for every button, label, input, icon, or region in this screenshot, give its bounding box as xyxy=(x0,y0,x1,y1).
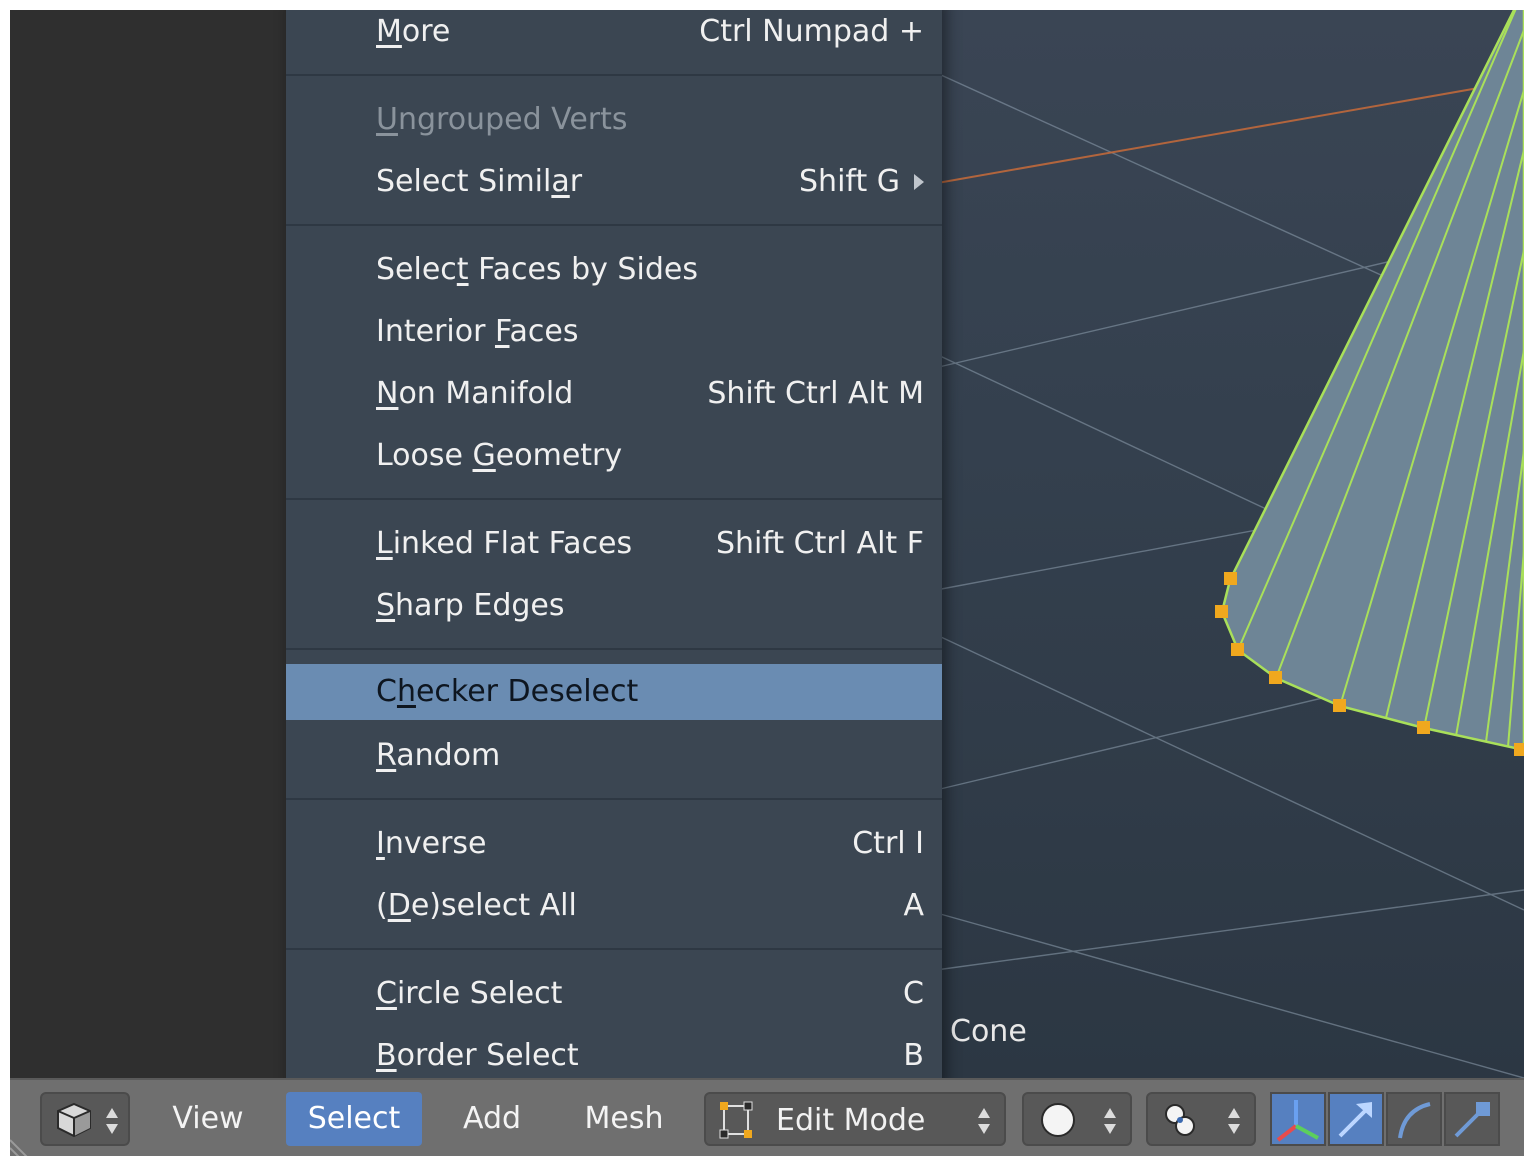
cone-mesh xyxy=(1220,10,1524,752)
menu-separator xyxy=(286,74,942,76)
menu-separator xyxy=(286,798,942,800)
pivot-dropdown[interactable] xyxy=(1146,1092,1256,1146)
pivot-icon xyxy=(1165,1104,1195,1136)
menu-mesh[interactable]: Mesh xyxy=(570,1092,678,1146)
menu-item-deselect-all[interactable]: (De)select All A xyxy=(286,878,942,934)
menu-item-shortcut: Shift G xyxy=(799,164,900,199)
menu-item-linked-flat-faces[interactable]: Linked Flat Faces Shift Ctrl Alt F xyxy=(286,516,942,572)
cube-icon xyxy=(57,1102,91,1138)
submenu-arrow-icon xyxy=(914,174,924,190)
menu-separator xyxy=(286,224,942,226)
shading-dropdown[interactable] xyxy=(1022,1092,1132,1146)
menu-item-non-manifold[interactable]: Non Manifold Shift Ctrl Alt M xyxy=(286,366,942,422)
manipulator-toggle-button[interactable] xyxy=(1270,1092,1326,1146)
menu-item-shortcut: C xyxy=(903,976,924,1011)
edit-mesh-icon xyxy=(719,1101,753,1139)
menu-item-shortcut: Ctrl Numpad + xyxy=(699,14,924,49)
menu-item-interior-faces[interactable]: Interior Faces xyxy=(286,304,942,360)
viewport-header: View Select Add Mesh Edit Mode xyxy=(10,1078,1524,1156)
menu-item-ungrouped-verts: Ungrouped Verts xyxy=(376,102,628,137)
menu-item-label: M xyxy=(376,14,402,49)
object-name-label: Cone xyxy=(950,1014,1027,1049)
mode-dropdown[interactable]: Edit Mode xyxy=(704,1092,1006,1146)
menu-item-circle-select[interactable]: Circle Select C xyxy=(286,966,942,1022)
menu-item-shortcut: Shift Ctrl Alt M xyxy=(707,376,924,411)
menu-separator xyxy=(286,498,942,500)
menu-view[interactable]: View xyxy=(158,1092,258,1146)
menu-item-random[interactable]: Random xyxy=(286,728,942,784)
menu-item-select-similar[interactable]: Select Similar Shift G xyxy=(286,154,942,210)
menu-item-inverse[interactable]: Inverse Ctrl I xyxy=(286,816,942,872)
updown-arrows-icon xyxy=(1104,1108,1116,1134)
rotate-button[interactable] xyxy=(1386,1092,1442,1146)
translate-button[interactable] xyxy=(1328,1092,1384,1146)
scale-icon xyxy=(1454,1102,1490,1138)
menu-separator xyxy=(286,948,942,950)
updown-arrows-icon xyxy=(978,1108,990,1134)
menu-item-checker-deselect[interactable]: Checker Deselect xyxy=(286,664,942,720)
editor-type-dropdown[interactable] xyxy=(40,1092,130,1146)
menu-separator xyxy=(286,648,942,650)
tool-shelf-strip xyxy=(10,10,286,1078)
menu-item-shortcut: Ctrl I xyxy=(852,826,924,861)
menu-add[interactable]: Add xyxy=(448,1092,536,1146)
rotate-arc-icon xyxy=(1398,1102,1431,1139)
translate-arrow-icon xyxy=(1338,1102,1372,1138)
menu-item-shortcut: Shift Ctrl Alt F xyxy=(715,526,924,561)
menu-item-shortcut: B xyxy=(903,1038,924,1073)
select-menu: More Ctrl Numpad + Ungrouped Verts Selec… xyxy=(286,10,942,1086)
menu-select[interactable]: Select xyxy=(286,1092,422,1146)
mode-label: Edit Mode xyxy=(776,1103,926,1138)
menu-item-sharp-edges[interactable]: Sharp Edges xyxy=(286,578,942,634)
blender-window: Cone More Ctrl Numpad + Ungrouped Verts … xyxy=(10,10,1524,1156)
menu-item-more[interactable]: More Ctrl Numpad + xyxy=(286,10,942,60)
area-corner-grip-icon[interactable] xyxy=(10,1134,34,1156)
menu-item-shortcut: A xyxy=(903,888,924,923)
axis-gizmo-icon xyxy=(1276,1100,1319,1142)
menu-item-select-faces-by-sides[interactable]: Select Faces by Sides xyxy=(286,242,942,298)
menu-item-border-select[interactable]: Border Select B xyxy=(286,1028,942,1084)
sphere-shading-icon xyxy=(1041,1103,1075,1137)
updown-arrows-icon xyxy=(1228,1108,1240,1134)
menu-item-loose-geometry[interactable]: Loose Geometry xyxy=(286,428,942,484)
scale-button[interactable] xyxy=(1444,1092,1500,1146)
updown-arrows-icon xyxy=(106,1108,118,1134)
